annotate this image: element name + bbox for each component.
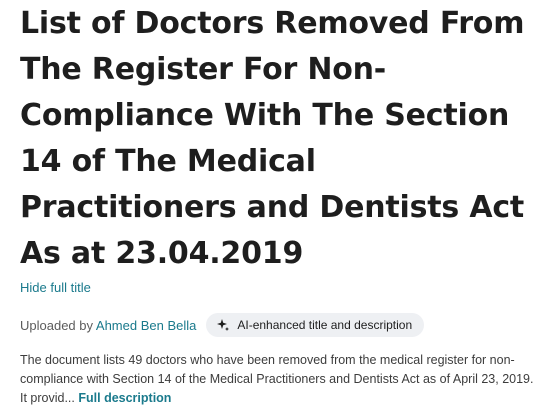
uploaded-by-prefix: Uploaded by <box>20 317 93 333</box>
full-description-link[interactable]: Full description <box>78 391 171 405</box>
meta-row: Uploaded by Ahmed Ben Bella AI-enhanced … <box>20 313 535 337</box>
document-title: List of Doctors Removed From The Registe… <box>20 6 525 271</box>
ai-enhanced-badge[interactable]: AI-enhanced title and description <box>206 313 425 337</box>
ai-badge-label: AI-enhanced title and description <box>237 318 413 332</box>
document-header: List of Doctors Removed From The Registe… <box>20 0 535 408</box>
uploaded-by: Uploaded by Ahmed Ben Bella <box>20 318 196 333</box>
document-description: The document lists 49 doctors who have b… <box>20 351 535 408</box>
uploader-name-link[interactable]: Ahmed Ben Bella <box>96 318 196 333</box>
sparkle-icon <box>216 318 230 332</box>
hide-full-title-link[interactable]: Hide full title <box>20 280 91 295</box>
